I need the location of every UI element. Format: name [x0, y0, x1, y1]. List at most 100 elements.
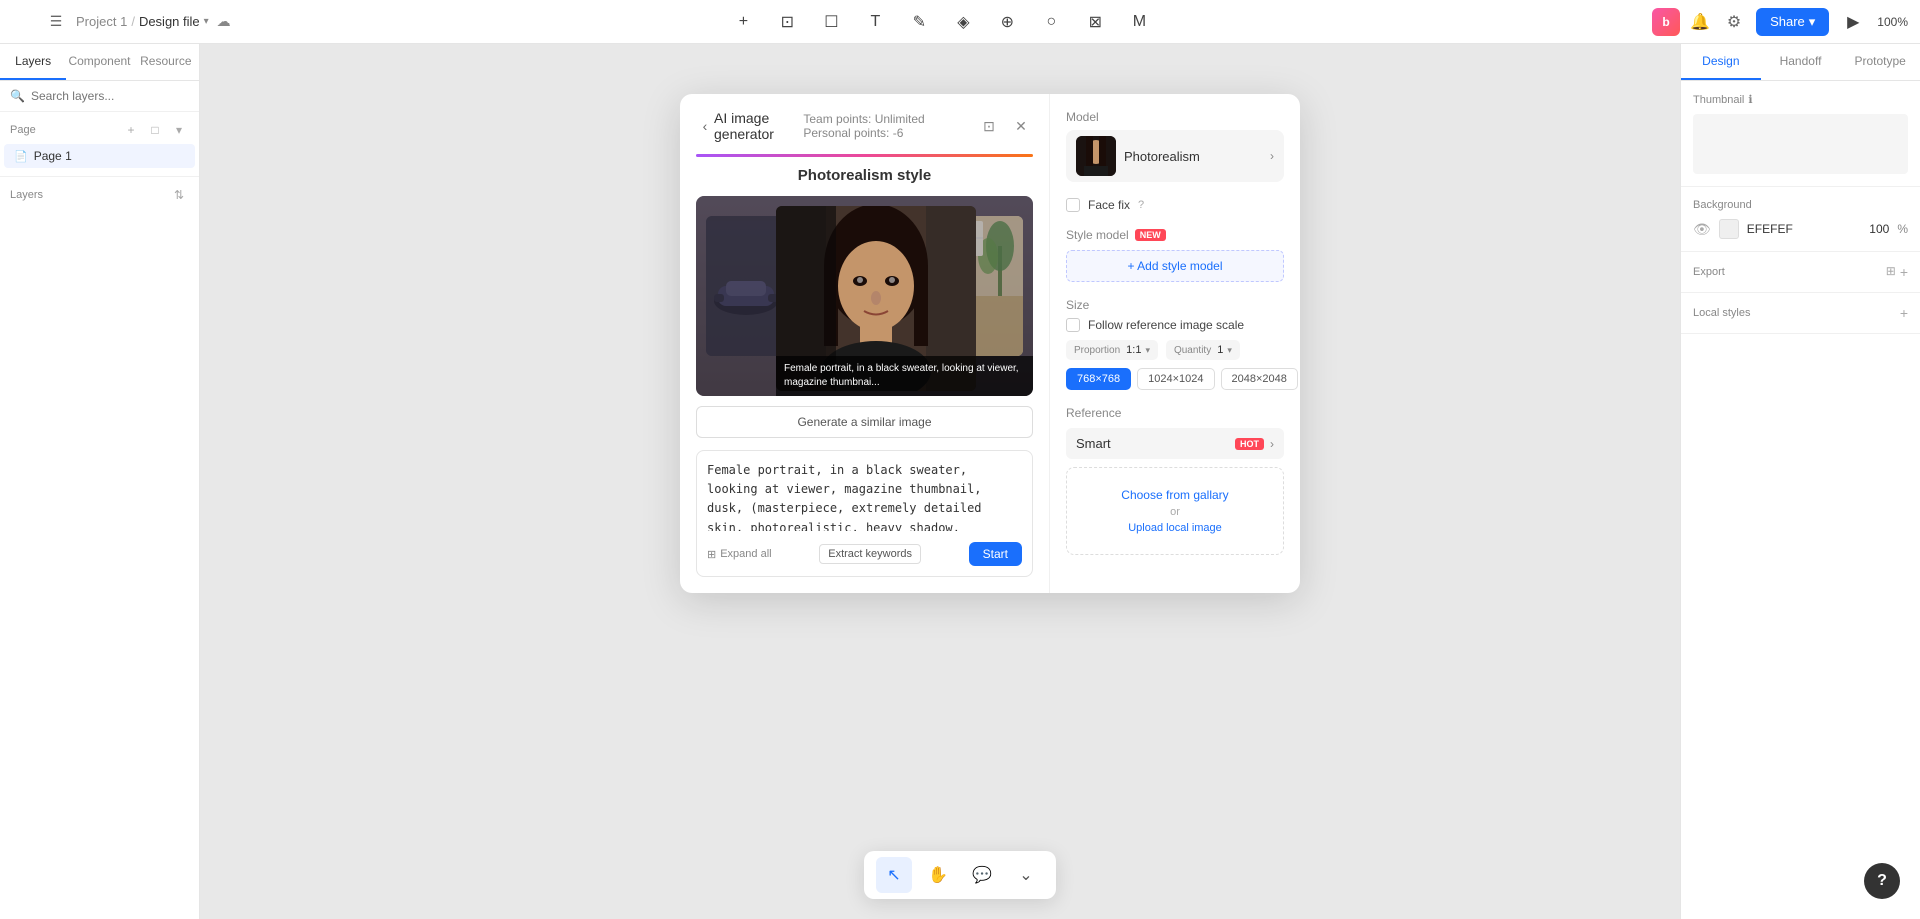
- crop-tool[interactable]: ⊠: [1079, 6, 1111, 38]
- quantity-select[interactable]: Quantity 1 ▾: [1166, 340, 1240, 360]
- ai-modal: ‹ AI image generator Team points: Unlimi…: [680, 94, 1300, 593]
- layers-title: Layers: [10, 189, 43, 201]
- plugin-tool[interactable]: M: [1123, 6, 1155, 38]
- page-item-1[interactable]: 📄 Page 1: [4, 144, 195, 168]
- back-button[interactable]: [12, 10, 36, 34]
- model-selector[interactable]: Photorealism ›: [1066, 130, 1284, 182]
- search-box: 🔍: [0, 81, 199, 112]
- play-button[interactable]: ▶: [1837, 6, 1869, 38]
- gradient-decoration: [696, 154, 1033, 157]
- boolean-tool[interactable]: ⊕: [991, 6, 1023, 38]
- cloud-icon[interactable]: ☁: [217, 13, 231, 30]
- style-model-header: Style model NEW: [1066, 228, 1284, 242]
- frame-tool[interactable]: ⊡: [771, 6, 803, 38]
- expand-icon: ⊞: [707, 548, 716, 561]
- page-section-header: Page + □ ▾: [0, 112, 199, 144]
- res-2048-button[interactable]: 2048×2048: [1221, 368, 1298, 390]
- face-fix-help-icon[interactable]: ?: [1138, 199, 1144, 211]
- upload-local-button[interactable]: Upload local image: [1087, 522, 1263, 534]
- close-button[interactable]: ✕: [1009, 114, 1033, 138]
- right-tab-design[interactable]: Design: [1681, 44, 1761, 80]
- prompt-footer: ⊞ Expand all Extract keywords Start: [707, 542, 1022, 566]
- add-page-button[interactable]: +: [121, 120, 141, 140]
- zoom-label[interactable]: 100%: [1877, 15, 1908, 29]
- filename-chevron[interactable]: ▾: [204, 16, 209, 27]
- text-tool[interactable]: T: [859, 6, 891, 38]
- right-tab-prototype[interactable]: Prototype: [1840, 44, 1920, 80]
- pen-tool[interactable]: ✎: [903, 6, 935, 38]
- help-button[interactable]: ?: [1864, 863, 1900, 899]
- color-swatch[interactable]: [1719, 219, 1739, 239]
- add-tool-group: +: [727, 6, 759, 38]
- style-model-section: Style model NEW + Add style model: [1066, 228, 1284, 282]
- collage-car-image: [706, 216, 786, 356]
- expand-all-button[interactable]: ⊞ Expand all: [707, 548, 772, 561]
- smart-row[interactable]: Smart HOT ›: [1066, 428, 1284, 459]
- model-label: Model: [1066, 110, 1284, 124]
- proportion-select[interactable]: Proportion 1:1 ▾: [1066, 340, 1158, 360]
- eye-icon[interactable]: 👁: [1693, 221, 1711, 238]
- personal-points-text: Personal points: -6: [803, 126, 903, 140]
- res-1024-button[interactable]: 1024×1024: [1137, 368, 1214, 390]
- pin-button[interactable]: ⊡: [977, 114, 1001, 138]
- tab-layers[interactable]: Layers: [0, 44, 66, 80]
- share-chevron: ▾: [1809, 14, 1816, 30]
- layers-sort-icon[interactable]: ⇅: [169, 185, 189, 205]
- comment-tool[interactable]: 💬: [964, 857, 1000, 893]
- color-label[interactable]: EFEFEF: [1747, 222, 1862, 236]
- size-section: Size Follow reference image scale Propor…: [1066, 298, 1284, 390]
- res-768-button[interactable]: 768×768: [1066, 368, 1131, 390]
- bottom-toolbar: ↖ ✋ 💬 ⌄: [864, 851, 1056, 899]
- menu-button[interactable]: ☰: [44, 10, 68, 34]
- search-input[interactable]: [31, 89, 189, 103]
- face-fix-checkbox[interactable]: [1066, 198, 1080, 212]
- page-section-actions: + □ ▾: [121, 120, 189, 140]
- tab-component[interactable]: Component: [66, 44, 132, 80]
- follow-ref-checkbox[interactable]: [1066, 318, 1080, 332]
- opacity-label[interactable]: 100: [1869, 222, 1889, 236]
- extract-keywords-button[interactable]: Extract keywords: [819, 544, 921, 564]
- panel-tabs: Layers Component Resource: [0, 44, 199, 81]
- search-icon[interactable]: ⚙: [1720, 8, 1748, 36]
- tab-resource[interactable]: Resource: [133, 44, 199, 80]
- modal-back-button[interactable]: ‹: [696, 114, 714, 138]
- more-tools[interactable]: ⌄: [1008, 857, 1044, 893]
- choose-gallery-button[interactable]: Choose from gallary: [1087, 488, 1263, 502]
- export-icon[interactable]: ⊞: [1886, 264, 1896, 280]
- proportion-value: 1:1: [1126, 344, 1141, 356]
- right-tab-handoff[interactable]: Handoff: [1761, 44, 1841, 80]
- export-add-button[interactable]: +: [1900, 264, 1908, 280]
- component-tool[interactable]: ◈: [947, 6, 979, 38]
- proportion-chevron: ▾: [1145, 345, 1150, 356]
- team-points: Team points: Unlimited Personal points: …: [803, 112, 977, 140]
- upload-or-label: or: [1087, 506, 1263, 518]
- generate-similar-button[interactable]: Generate a similar image: [696, 406, 1033, 438]
- local-styles-label: Local styles: [1693, 307, 1750, 319]
- add-style-button[interactable]: + Add style model: [1066, 250, 1284, 282]
- background-section: Background 👁 EFEFEF 100 %: [1681, 187, 1920, 252]
- folder-button[interactable]: □: [145, 120, 165, 140]
- canvas[interactable]: ‹ AI image generator Team points: Unlimi…: [200, 44, 1680, 919]
- share-label: Share: [1770, 14, 1805, 29]
- shape-tool[interactable]: ☐: [815, 6, 847, 38]
- cursor-tool[interactable]: ↖: [876, 857, 912, 893]
- filename-label[interactable]: Design file: [139, 14, 200, 29]
- model-name: Photorealism: [1124, 149, 1262, 164]
- prompt-textarea[interactable]: Female portrait, in a black sweater, loo…: [707, 461, 1022, 531]
- ai-modal-left: ‹ AI image generator Team points: Unlimi…: [680, 94, 1050, 593]
- start-button[interactable]: Start: [969, 542, 1022, 566]
- plugin-icon-b[interactable]: b: [1652, 8, 1680, 36]
- reference-header: Reference: [1066, 406, 1284, 420]
- add-button[interactable]: +: [727, 6, 759, 38]
- ellipse-tool[interactable]: ○: [1035, 6, 1067, 38]
- local-styles-add-button[interactable]: +: [1900, 305, 1908, 321]
- model-section: Model Photorealism ›: [1066, 110, 1284, 182]
- expand-button[interactable]: ▾: [169, 120, 189, 140]
- hand-tool[interactable]: ✋: [920, 857, 956, 893]
- project-label: Project 1: [76, 14, 127, 29]
- notification-icon[interactable]: 🔔: [1686, 8, 1714, 36]
- quantity-chevron: ▾: [1227, 345, 1232, 356]
- share-button[interactable]: Share ▾: [1756, 8, 1829, 36]
- car-svg: [706, 216, 786, 356]
- image-collage: Female portrait, in a black sweater, loo…: [696, 196, 1033, 396]
